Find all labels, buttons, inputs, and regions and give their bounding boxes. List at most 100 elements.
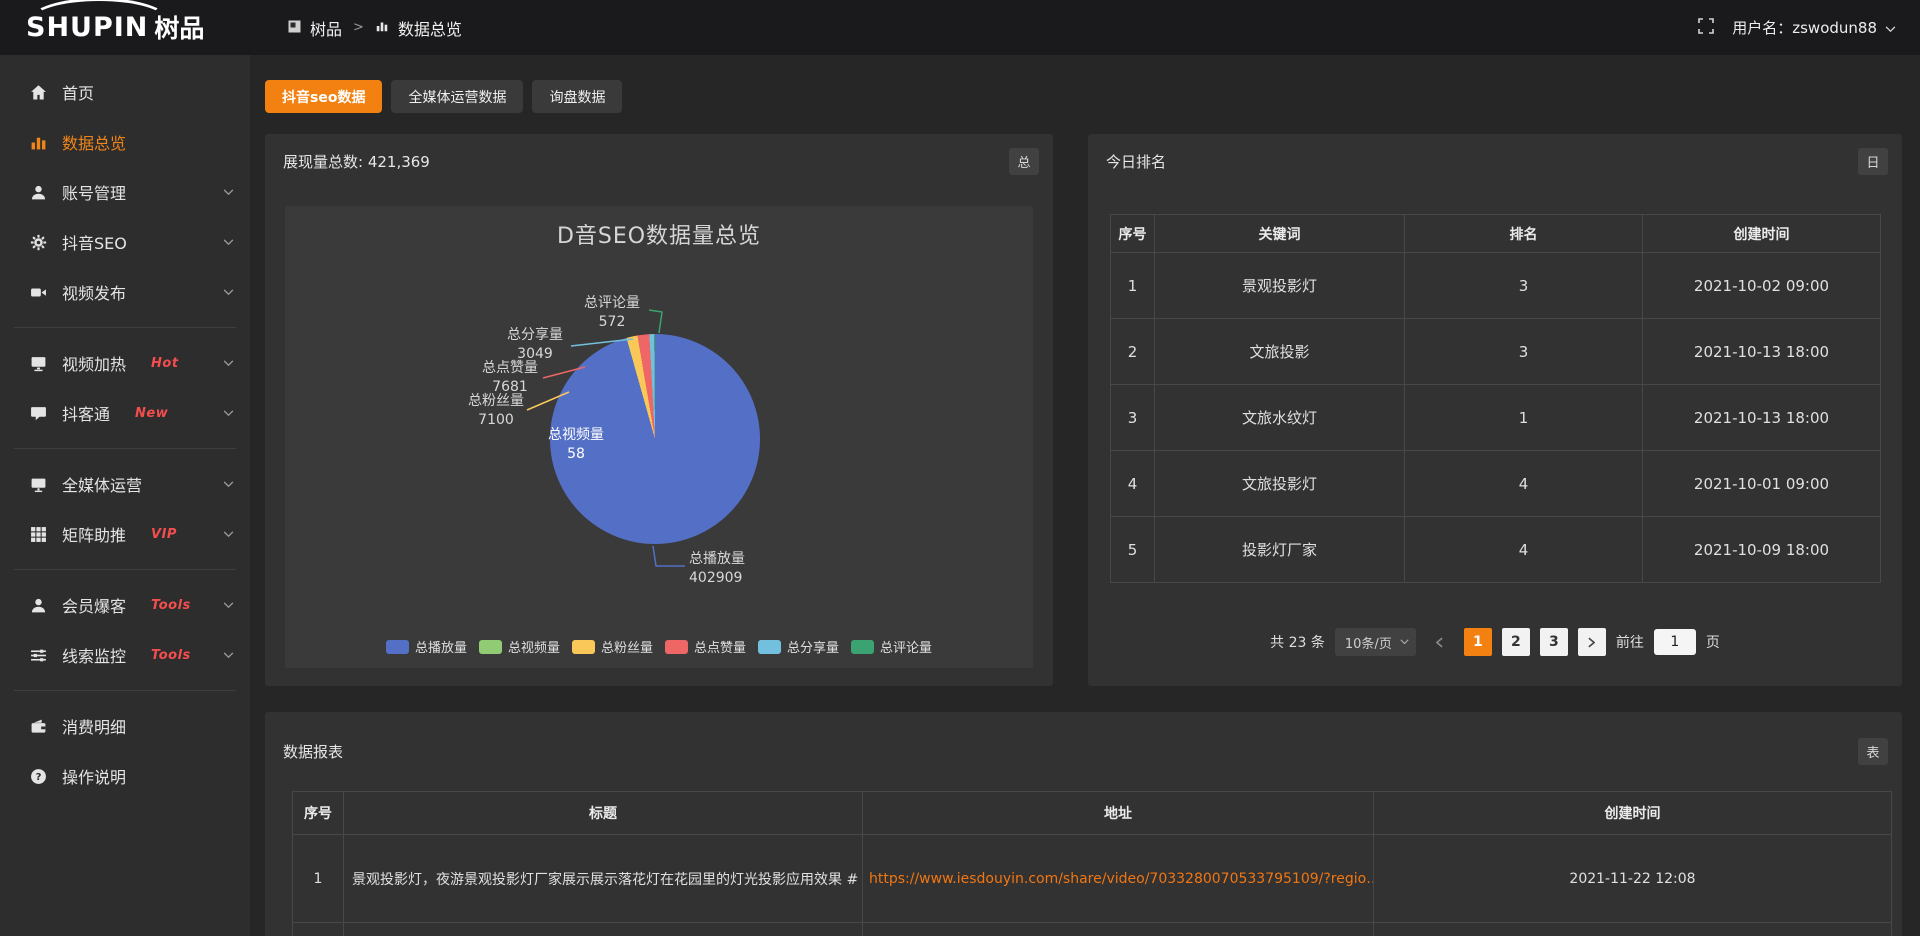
table-row: 2 文旅投影 3 2021-10-13 18:00 xyxy=(1111,319,1881,385)
callout-value: 58 xyxy=(539,445,613,464)
chart-legend: 总播放量 总视频量 总粉丝量 总点赞量 总分享量 总评论量 xyxy=(285,637,1033,656)
legend-item-plays[interactable]: 总播放量 xyxy=(386,637,467,656)
sidebar-item-clue-monitor[interactable]: 线索监控 Tools xyxy=(0,630,250,680)
callout-value: 7100 xyxy=(467,411,525,430)
tab-media-operation-data[interactable]: 全媒体运营数据 xyxy=(391,80,523,113)
breadcrumb-root[interactable]: 树品 xyxy=(310,16,342,40)
sidebar-item-label: 视频加热 xyxy=(62,351,126,375)
sidebar-item-matrix-boost[interactable]: 矩阵助推 VIP xyxy=(0,509,250,559)
new-badge: New xyxy=(135,406,168,421)
callout-name: 总视频量 xyxy=(539,426,613,445)
col-rank: 排名 xyxy=(1405,215,1643,253)
goto-label: 前往 xyxy=(1616,632,1644,652)
sidebar-item-video-publish[interactable]: 视频发布 xyxy=(0,267,250,317)
table-header-row: 序号 关键词 排名 创建时间 xyxy=(1111,215,1881,253)
report-table: 序号 标题 地址 创建时间 1 景观投影灯，夜游景观投影灯厂家展示展示落花灯在花… xyxy=(292,791,1892,936)
tools-badge: Tools xyxy=(151,598,191,613)
sidebar-item-label: 抖客通 xyxy=(62,401,110,425)
legend-item-videos[interactable]: 总视频量 xyxy=(479,637,560,656)
table-header-row: 序号 标题 地址 创建时间 xyxy=(293,792,1892,835)
page-button-2[interactable]: 2 xyxy=(1502,628,1530,656)
table-row: 1 景观投影灯 3 2021-10-02 09:00 xyxy=(1111,253,1881,319)
callout-total-videos: 总视频量 58 xyxy=(539,426,613,464)
sidebar-item-label: 视频发布 xyxy=(62,280,126,304)
sidebar-item-consumption[interactable]: 消费明细 xyxy=(0,701,250,751)
sidebar-item-label: 会员爆客 xyxy=(62,593,126,617)
sidebar-item-help[interactable]: ? 操作说明 xyxy=(0,751,250,801)
sidebar-item-label: 全媒体运营 xyxy=(62,472,142,496)
table-row: 3 文旅水纹灯 1 2021-10-13 18:00 xyxy=(1111,385,1881,451)
chevron-down-icon[interactable] xyxy=(1885,19,1896,37)
page-size-select[interactable]: 10条/页 xyxy=(1335,628,1416,656)
legend-item-fans[interactable]: 总粉丝量 xyxy=(572,637,653,656)
prev-page-button[interactable] xyxy=(1426,628,1454,656)
callout-name: 总分享量 xyxy=(501,326,569,345)
sidebar-item-account[interactable]: 账号管理 xyxy=(0,167,250,217)
sidebar-divider xyxy=(14,690,236,691)
username-label[interactable]: 用户名：zswodun88 xyxy=(1732,17,1877,38)
tab-inquiry-data[interactable]: 询盘数据 xyxy=(532,80,622,113)
chevron-down-icon xyxy=(223,289,234,296)
sidebar-item-label: 首页 xyxy=(62,80,94,104)
pagination: 共 23 条 10条/页 1 2 3 前往 xyxy=(1088,628,1902,656)
ranking-title: 今日排名 xyxy=(1106,151,1166,172)
app: SHUPIN 树品 树品 > 数据总览 用户名：zswodun88 xyxy=(0,0,1920,936)
question-circle-icon: ? xyxy=(30,768,47,785)
sidebar-item-member-burst[interactable]: 会员爆客 Tools xyxy=(0,580,250,630)
chevron-down-icon xyxy=(223,652,234,659)
legend-item-likes[interactable]: 总点赞量 xyxy=(665,637,746,656)
chevron-down-icon xyxy=(223,239,234,246)
callout-value: 572 xyxy=(575,313,649,332)
video-url-link[interactable]: https://www.iesdouyin.com/share/video/70… xyxy=(863,835,1374,923)
table-row: 4 文旅投影灯 4 2021-10-01 09:00 xyxy=(1111,451,1881,517)
svg-text:?: ? xyxy=(36,772,42,783)
sidebar-item-home[interactable]: 首页 xyxy=(0,67,250,117)
tab-bar: 抖音seo数据 全媒体运营数据 询盘数据 xyxy=(265,80,1902,113)
legend-swatch xyxy=(386,640,409,654)
table-view-button[interactable]: 表 xyxy=(1858,738,1888,765)
legend-item-comments[interactable]: 总评论量 xyxy=(851,637,932,656)
tab-douyin-seo-data[interactable]: 抖音seo数据 xyxy=(265,80,382,113)
legend-swatch xyxy=(479,640,502,654)
sidebar-item-video-heat[interactable]: 视频加热 Hot xyxy=(0,338,250,388)
window-icon xyxy=(288,18,301,37)
report-title: 数据报表 xyxy=(283,741,343,762)
sidebar: 首页 数据总览 账号管理 抖音SEO 视频发布 视频加热 Hot xyxy=(0,55,250,936)
callout-name: 总粉丝量 xyxy=(467,392,525,411)
legend-swatch xyxy=(851,640,874,654)
vip-badge: VIP xyxy=(151,527,177,542)
sidebar-item-media-operation[interactable]: 全媒体运营 xyxy=(0,459,250,509)
callout-total-plays: 总播放量 402909 xyxy=(689,550,789,588)
table-row: 1 景观投影灯，夜游景观投影灯厂家展示展示落花灯在花园里的灯光投影应用效果 # … xyxy=(293,835,1892,923)
fullscreen-icon[interactable] xyxy=(1698,18,1714,38)
sidebar-item-label: 矩阵助推 xyxy=(62,522,126,546)
next-page-button[interactable] xyxy=(1578,628,1606,656)
chevron-down-icon xyxy=(223,602,234,609)
sidebar-item-label: 消费明细 xyxy=(62,714,126,738)
legend-item-shares[interactable]: 总分享量 xyxy=(758,637,839,656)
chevron-down-icon xyxy=(223,481,234,488)
sidebar-item-douyin-seo[interactable]: 抖音SEO xyxy=(0,217,250,267)
pagination-total: 共 23 条 xyxy=(1270,632,1325,652)
sidebar-item-doukertong[interactable]: 抖客通 New xyxy=(0,388,250,438)
chevron-left-icon xyxy=(1436,637,1443,648)
impressions-total-label: 展现量总数: 421,369 xyxy=(283,151,430,172)
total-view-button[interactable]: 总 xyxy=(1009,148,1039,175)
sidebar-item-label: 账号管理 xyxy=(62,180,126,204)
user-icon xyxy=(30,184,47,201)
chevron-down-icon xyxy=(223,189,234,196)
pie-leader-lines xyxy=(285,206,1033,668)
col-created: 创建时间 xyxy=(1374,792,1892,835)
logo-arc xyxy=(30,0,168,42)
page-button-3[interactable]: 3 xyxy=(1540,628,1568,656)
goto-page-input[interactable] xyxy=(1654,629,1696,655)
sidebar-item-data-overview[interactable]: 数据总览 xyxy=(0,117,250,167)
goto-suffix: 页 xyxy=(1706,632,1720,652)
day-view-button[interactable]: 日 xyxy=(1858,148,1888,175)
report-card: 数据报表 表 序号 标题 地址 创建时间 1 景观投影灯，夜游景观投影灯厂 xyxy=(265,712,1902,936)
page-button-1[interactable]: 1 xyxy=(1464,628,1492,656)
seo-pie-chart: D音SEO数据量总览 总评论量 572 总分享量 xyxy=(285,206,1033,668)
ranking-card: 今日排名 日 序号 关键词 排名 创建时间 xyxy=(1088,134,1902,686)
chevron-right-icon xyxy=(1588,637,1595,648)
col-index: 序号 xyxy=(1111,215,1155,253)
